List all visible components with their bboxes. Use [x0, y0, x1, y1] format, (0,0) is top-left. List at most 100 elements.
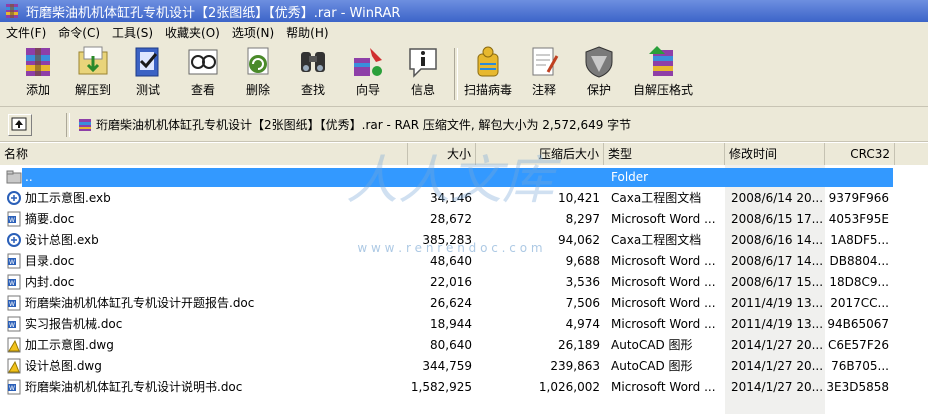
sfx-icon: [649, 46, 673, 76]
menu-tools[interactable]: 工具(S): [106, 24, 159, 41]
file-size: [408, 167, 472, 188]
file-packed-size: 1,026,002: [538, 380, 600, 394]
file-type: AutoCAD 图形: [611, 359, 693, 373]
file-name: ..: [25, 170, 33, 184]
file-packed-size: 4,974: [565, 317, 600, 331]
file-crc32: 94B65067: [827, 317, 889, 331]
file-name: 设计总图.exb: [25, 233, 99, 247]
table-row[interactable]: W 内封.doc 22,016 3,536 Microsoft Word ... 2008…: [0, 272, 928, 293]
protect-button[interactable]: 保护: [571, 44, 627, 104]
view-button[interactable]: 查看: [175, 44, 231, 104]
column-packed[interactable]: 压缩后大小: [476, 143, 604, 165]
svg-text:W: W: [9, 301, 15, 308]
file-crc32: 18D8C9...: [829, 275, 889, 289]
file-size: 344,759: [422, 359, 472, 373]
column-crc32[interactable]: CRC32: [825, 143, 895, 165]
table-row[interactable]: W 目录.doc 48,640 9,688 Microsoft Word ... 2008…: [0, 251, 928, 272]
file-type: Microsoft Word ...: [611, 275, 716, 289]
sfx-button[interactable]: 自解压格式: [628, 44, 698, 104]
up-folder-button[interactable]: [8, 114, 32, 136]
file-type: Caxa工程图文档: [611, 191, 702, 205]
address-separator: [66, 113, 70, 137]
file-packed-size: 3,536: [565, 275, 600, 289]
file-name: 实习报告机械.doc: [25, 317, 123, 331]
find-icon: [301, 52, 325, 72]
file-name: 加工示意图.dwg: [25, 338, 114, 352]
file-packed-size: 8,297: [565, 212, 600, 226]
menu-file[interactable]: 文件(F): [0, 24, 52, 41]
file-type: Microsoft Word ...: [611, 254, 716, 268]
delete-button[interactable]: 删除: [230, 44, 286, 104]
file-modified: 2008/6/14 20...: [731, 191, 823, 205]
file-size: 34,146: [430, 191, 472, 205]
view-icon: [188, 49, 218, 75]
file-crc32: 2017CC...: [830, 296, 889, 310]
table-row[interactable]: W 珩磨柴油机机体缸孔专机设计说明书.doc 1,582,925 1,026,002 M…: [0, 377, 928, 398]
menu-bar: 文件(F) 命令(C) 工具(S) 收藏夹(O) 选项(N) 帮助(H): [0, 22, 928, 42]
exb-file-icon: [7, 233, 21, 247]
menu-options[interactable]: 选项(N): [226, 24, 280, 41]
file-modified: [731, 167, 823, 188]
menu-favorites[interactable]: 收藏夹(O): [159, 24, 226, 41]
exb-file-icon: [7, 191, 21, 205]
table-row[interactable]: 加工示意图.exb 34,146 10,421 Caxa工程图文档 2008/6/14 …: [0, 188, 928, 209]
file-packed-size: 26,189: [558, 338, 600, 352]
file-type: Folder: [611, 170, 649, 184]
file-size: 385,283: [422, 233, 472, 247]
wizard-button[interactable]: 向导: [340, 44, 396, 104]
word-file-icon: W: [7, 253, 21, 269]
file-size: 1,582,925: [410, 380, 472, 394]
table-row[interactable]: W 实习报告机械.doc 18,944 4,974 Microsoft Word ...…: [0, 314, 928, 335]
file-name: 设计总图.dwg: [25, 359, 102, 373]
test-button[interactable]: 测试: [120, 44, 176, 104]
file-crc32: 76B705...: [831, 359, 889, 373]
menu-help[interactable]: 帮助(H): [280, 24, 334, 41]
menu-commands[interactable]: 命令(C): [52, 24, 106, 41]
file-type: AutoCAD 图形: [611, 338, 693, 352]
file-size: 26,624: [430, 296, 472, 310]
column-modified[interactable]: 修改时间: [725, 143, 825, 165]
file-crc32: DB8804...: [829, 254, 889, 268]
file-crc32: 9379F966: [828, 191, 889, 205]
find-button[interactable]: 查找: [285, 44, 341, 104]
table-row[interactable]: 设计总图.dwg 344,759 239,863 AutoCAD 图形 2014/1/2…: [0, 356, 928, 377]
add-archive-icon: [26, 48, 50, 76]
info-icon: [409, 48, 437, 78]
parent-folder-row[interactable]: .. Folder: [0, 167, 928, 188]
file-size: 48,640: [430, 254, 472, 268]
file-size: 80,640: [430, 338, 472, 352]
file-modified: 2011/4/19 13...: [731, 317, 823, 331]
archive-path-text: 珩磨柴油机机体缸孔专机设计【2张图纸】【优秀】.rar - RAR 压缩文件, …: [96, 118, 632, 132]
file-packed-size: 239,863: [550, 359, 600, 373]
column-name[interactable]: 名称: [0, 143, 408, 165]
column-type[interactable]: 类型: [604, 143, 725, 165]
svg-text:W: W: [9, 322, 15, 329]
delete-icon: [247, 47, 269, 75]
table-row[interactable]: W 珩磨柴油机机体缸孔专机设计开题报告.doc 26,624 7,506 Microso…: [0, 293, 928, 314]
file-crc32: 1A8DF5...: [830, 233, 889, 247]
table-row[interactable]: W 摘要.doc 28,672 8,297 Microsoft Word ... 2008…: [0, 209, 928, 230]
add-button[interactable]: 添加: [10, 44, 66, 104]
rar-archive-icon: [79, 118, 91, 131]
protect-icon: [585, 46, 613, 78]
table-row[interactable]: 设计总图.exb 385,283 94,062 Caxa工程图文档 2008/6/16 …: [0, 230, 928, 251]
window-title: 珩磨柴油机机体缸孔专机设计【2张图纸】【优秀】.rar - WinRAR: [26, 5, 401, 21]
file-name: 加工示意图.exb: [25, 191, 111, 205]
file-type: Microsoft Word ...: [611, 296, 716, 310]
column-size[interactable]: 大小: [408, 143, 476, 165]
virus-scan-button[interactable]: 扫描病毒: [460, 44, 516, 104]
file-name: 摘要.doc: [25, 212, 75, 226]
folder-up-icon: [6, 170, 22, 184]
info-button[interactable]: 信息: [395, 44, 451, 104]
table-row[interactable]: 加工示意图.dwg 80,640 26,189 AutoCAD 图形 2014/1/27…: [0, 335, 928, 356]
file-type: Microsoft Word ...: [611, 380, 716, 394]
extract-to-button[interactable]: 解压到: [65, 44, 121, 104]
toolbar: 添加 解压到 测试 查看 删除 查找 向导 信息 扫描病毒 注释 保护 自解压格…: [0, 42, 928, 107]
file-size: 22,016: [430, 275, 472, 289]
comment-button[interactable]: 注释: [516, 44, 572, 104]
file-type: Microsoft Word ...: [611, 212, 716, 226]
up-arrow-icon: [11, 117, 27, 131]
file-crc32: 4053F95E: [828, 212, 889, 226]
file-packed-size: 10,421: [558, 191, 600, 205]
file-name: 珩磨柴油机机体缸孔专机设计开题报告.doc: [25, 296, 255, 310]
